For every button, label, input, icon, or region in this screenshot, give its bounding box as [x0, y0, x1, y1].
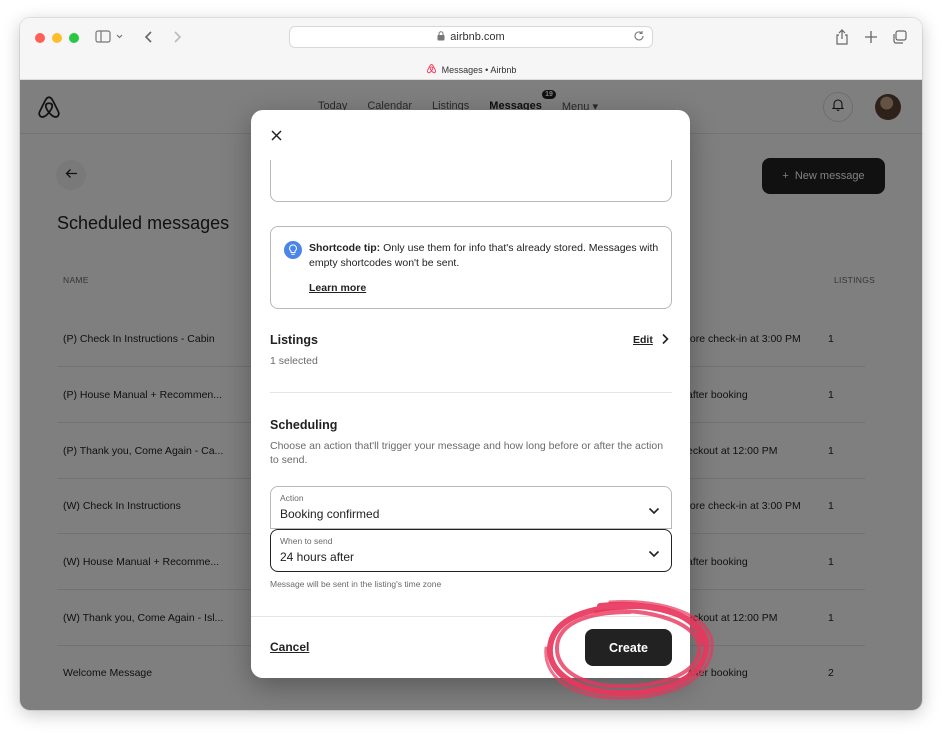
shortcode-tip-card: Shortcode tip: Only use them for info th…	[270, 226, 672, 309]
chevron-down-icon	[648, 502, 660, 520]
tip-text: Shortcode tip: Only use them for info th…	[309, 241, 661, 271]
chevron-down-icon	[648, 545, 660, 563]
browser-toolbar: airbnb.com Messages • Airbnb	[20, 18, 922, 80]
close-icon	[270, 128, 282, 146]
when-to-send-select[interactable]: When to send 24 hours after	[270, 529, 672, 572]
forward-nav-icon[interactable]	[172, 28, 182, 46]
action-select[interactable]: Action Booking confirmed	[270, 486, 672, 529]
address-text: airbnb.com	[450, 31, 505, 43]
airbnb-favicon-icon	[426, 63, 437, 76]
timezone-helper-text: Message will be sent in the listing's ti…	[270, 579, 442, 589]
sidebar-toggle-icon[interactable]	[95, 28, 123, 46]
learn-more-link[interactable]: Learn more	[309, 282, 366, 294]
close-window-button[interactable]	[35, 33, 45, 43]
section-divider	[270, 392, 672, 393]
share-icon[interactable]	[835, 28, 849, 46]
browser-tab[interactable]: Messages • Airbnb	[20, 63, 922, 76]
scheduling-title: Scheduling	[270, 418, 338, 432]
listings-selected: 1 selected	[270, 355, 318, 367]
listings-title: Listings	[270, 333, 318, 347]
close-modal-button[interactable]	[266, 127, 286, 147]
address-bar[interactable]: airbnb.com	[289, 26, 653, 48]
message-textarea[interactable]	[270, 160, 672, 202]
cancel-button[interactable]: Cancel	[270, 640, 309, 654]
when-to-send-label: When to send	[280, 536, 333, 546]
minimize-window-button[interactable]	[52, 33, 62, 43]
new-tab-icon[interactable]	[864, 28, 878, 46]
back-nav-icon[interactable]	[144, 28, 154, 46]
chevron-right-icon[interactable]	[661, 332, 669, 350]
reload-icon[interactable]	[633, 30, 645, 45]
tab-title-text: Messages • Airbnb	[441, 64, 517, 75]
scheduling-description: Choose an action that'll trigger your me…	[270, 440, 664, 466]
action-label: Action	[280, 493, 304, 503]
modal-body: Shortcode tip: Only use them for info th…	[251, 160, 690, 616]
schedule-message-modal: Shortcode tip: Only use them for info th…	[251, 110, 690, 678]
lock-icon	[437, 30, 445, 44]
create-button[interactable]: Create	[585, 629, 672, 666]
tip-bold: Shortcode tip:	[309, 242, 381, 254]
tab-overview-icon[interactable]	[892, 28, 908, 46]
action-value: Booking confirmed	[280, 507, 380, 521]
window-controls	[35, 33, 79, 43]
when-to-send-value: 24 hours after	[280, 550, 355, 564]
lightbulb-icon	[284, 241, 302, 259]
modal-footer: Cancel Create	[251, 616, 690, 678]
edit-listings-link[interactable]: Edit	[633, 334, 653, 346]
zoom-window-button[interactable]	[69, 33, 79, 43]
